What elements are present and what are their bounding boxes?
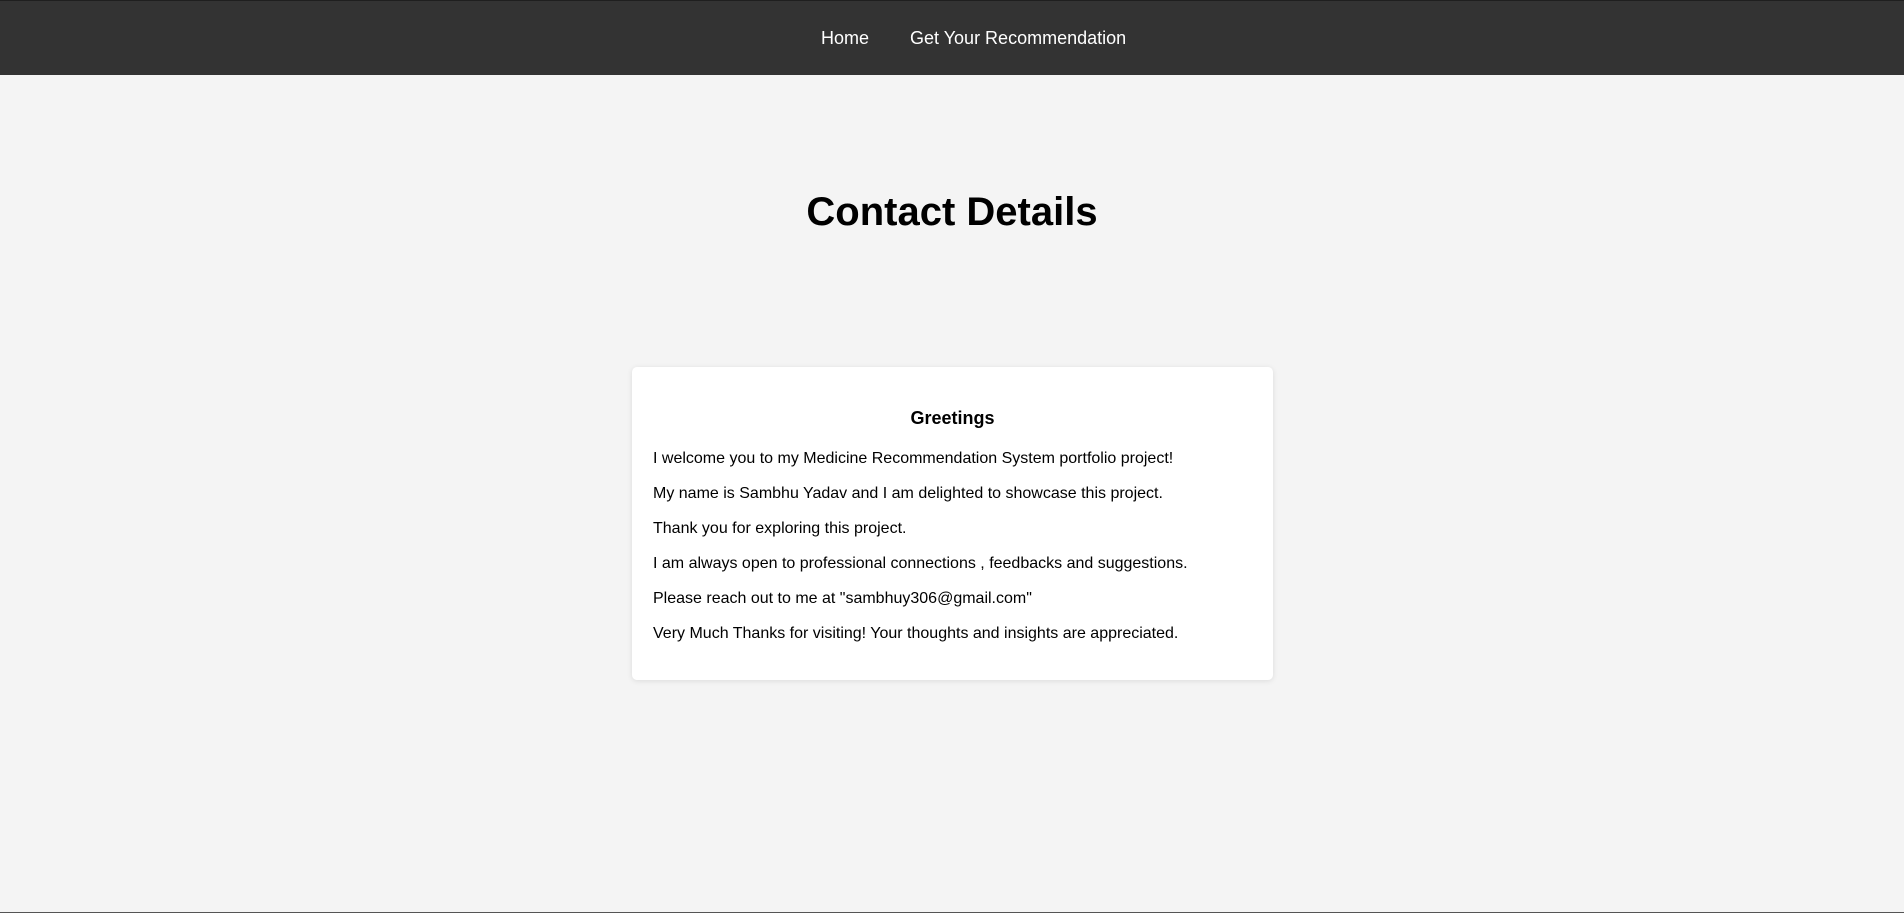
card-text-line: My name is Sambhu Yadav and I am delight… — [653, 485, 1163, 502]
greetings-card: Greetings I welcome you to my Medicine R… — [632, 367, 1273, 680]
card-text-line: Thank you for exploring this project. — [653, 520, 907, 537]
contact-email-line: Please reach out to me at "sambhuy306@gm… — [653, 590, 1032, 607]
card-text-line: I welcome you to my Medicine Recommendat… — [653, 450, 1174, 467]
nav-link-get-recommendation[interactable]: Get Your Recommendation — [910, 27, 1126, 49]
card-text-line: I am always open to professional connect… — [653, 555, 1188, 572]
page: Home Get Your Recommendation Contact Det… — [0, 0, 1904, 913]
top-navbar: Home Get Your Recommendation — [0, 0, 1904, 75]
card-text-line: Very Much Thanks for visiting! Your thou… — [653, 625, 1179, 642]
page-title: Contact Details — [806, 190, 1098, 234]
nav-link-home[interactable]: Home — [821, 27, 869, 49]
card-heading: Greetings — [910, 408, 995, 428]
